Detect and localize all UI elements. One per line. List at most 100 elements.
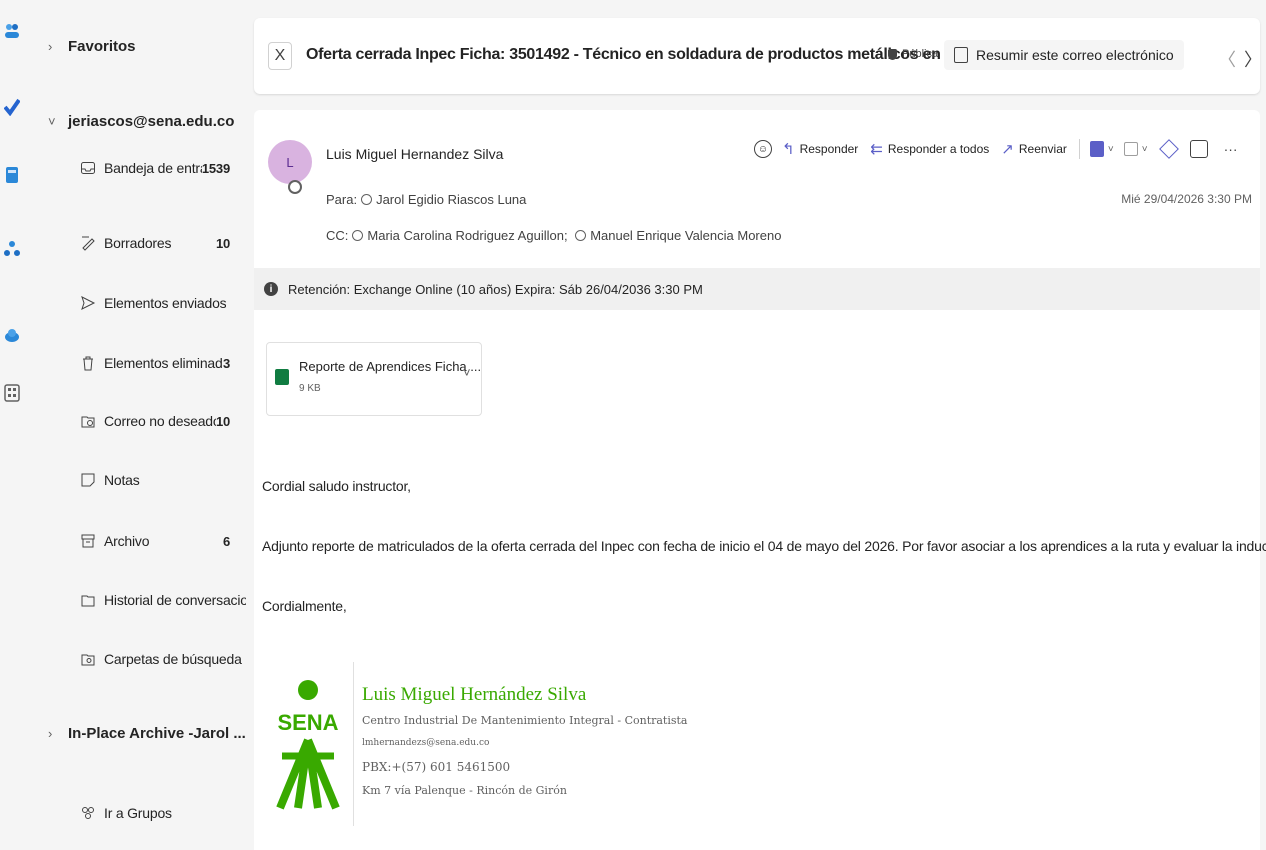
apps-icon[interactable] <box>1189 140 1208 158</box>
summarize-label: Resumir este correo electrónico <box>976 47 1174 63</box>
summarize-button[interactable]: Resumir este correo electrónico <box>944 40 1184 70</box>
inbox-icon <box>81 162 95 174</box>
trash-icon <box>83 356 93 371</box>
folder-label: Bandeja de entrada <box>104 160 202 176</box>
attachment-size: 9 KB <box>299 383 321 394</box>
signature-email[interactable]: lmhernandezs@sena.edu.co <box>362 738 489 748</box>
folder-drafts[interactable]: Borradores 10 <box>80 230 230 256</box>
favorites-section[interactable]: › Favoritos <box>48 38 136 55</box>
forward-label: Reenviar <box>1018 142 1067 156</box>
folder-label: Elementos eliminados <box>104 355 223 371</box>
excel-icon <box>275 369 289 385</box>
folder-history[interactable]: Historial de conversacio... <box>80 587 250 613</box>
presence-icon <box>288 180 302 194</box>
chevron-right-icon: › <box>48 726 53 741</box>
forward-icon: ↗ <box>1001 141 1014 158</box>
go-to-groups[interactable]: Ir a Grupos <box>80 800 230 826</box>
folder-archive[interactable]: Archivo 6 <box>80 528 230 554</box>
account-label: jeriascos@sena.edu.co <box>68 113 235 130</box>
groups-icon <box>82 807 94 819</box>
reply-all-icon: ⇇ <box>870 141 883 158</box>
folder-label: Notas <box>104 472 140 488</box>
body-paragraph: Adjunto reporte de matriculados de la of… <box>262 538 1266 554</box>
groups-label: Ir a Grupos <box>104 805 172 821</box>
folder-label: Borradores <box>104 235 172 251</box>
folder-count: 10 <box>215 413 230 429</box>
more-actions-button[interactable]: ··· <box>1224 141 1238 157</box>
people-icon[interactable] <box>4 22 20 40</box>
contact-icon <box>361 194 373 205</box>
attachment-card[interactable]: Reporte de Aprendices Ficha ... 9 KB ˅ <box>266 342 482 416</box>
message-card: L Luis Miguel Hernandez Silva ☺ ↰ Respond… <box>254 110 1266 850</box>
attachment-name: Reporte de Aprendices Ficha ... <box>299 359 482 374</box>
chevron-down-icon[interactable]: ˅ <box>1142 144 1148 155</box>
folder-inbox[interactable]: Bandeja de entrada 1539 <box>80 155 230 181</box>
folder-junk[interactable]: Correo no deseado 10 <box>80 408 230 434</box>
archive-section-label: In-Place Archive -Jarol ... <box>68 725 246 742</box>
message-date: Mié 29/04/2026 3:30 PM <box>1121 192 1252 206</box>
folder-search[interactable]: Carpetas de búsqueda <box>80 646 250 672</box>
sena-logo: SENA <box>276 680 340 810</box>
message-actions: ☺ ↰ Responder ⇇ Responder a todos ↗ Reenvia… <box>754 136 1238 162</box>
loop-icon[interactable] <box>1158 139 1179 159</box>
next-message-button[interactable]: 〉 <box>1244 46 1262 72</box>
reply-button[interactable]: ↰ Responder <box>782 140 858 158</box>
to-line: Para: Jarol Egidio Riascos Luna <box>326 192 526 207</box>
org-icon[interactable] <box>4 240 20 258</box>
sent-icon <box>81 296 96 310</box>
contact-icon <box>352 230 364 241</box>
history-icon <box>81 595 95 607</box>
sensitivity-label[interactable]: Pública <box>888 48 938 60</box>
avatar[interactable]: L <box>268 140 312 184</box>
notes-icon <box>81 473 95 487</box>
account-section[interactable]: ˅ jeriascos@sena.edu.co <box>48 113 234 130</box>
signature-phone: PBX:+(57) 601 5461500 <box>362 760 511 774</box>
sender-name[interactable]: Luis Miguel Hernandez Silva <box>326 146 503 162</box>
reply-label: Responder <box>799 142 859 156</box>
body-greeting: Cordial saludo instructor, <box>262 478 411 494</box>
folder-label: Elementos enviados <box>104 295 227 311</box>
folder-notes[interactable]: Notas <box>80 467 230 493</box>
favorites-label: Favoritos <box>68 38 136 55</box>
cc-recipient[interactable]: Manuel Enrique Valencia Moreno <box>590 228 781 243</box>
contact-icon <box>575 230 587 241</box>
todo-icon[interactable] <box>4 98 20 116</box>
folder-label: Carpetas de búsqueda <box>104 651 242 667</box>
reply-all-button[interactable]: ⇇ Responder a todos <box>870 140 989 158</box>
previous-message-button[interactable]: 〈 <box>1218 46 1236 72</box>
reading-pane: X Oferta cerrada Inpec Ficha: 3501492 - … <box>246 0 1266 850</box>
folder-sent[interactable]: Elementos enviados <box>80 290 230 316</box>
summarize-icon <box>954 47 968 63</box>
cc-recipient[interactable]: Maria Carolina Rodriguez Aguillon; <box>367 228 567 243</box>
teams-share-icon[interactable] <box>1123 142 1138 156</box>
onedrive-icon[interactable] <box>4 326 20 344</box>
to-recipient[interactable]: Jarol Egidio Riascos Luna <box>376 192 526 207</box>
chevron-right-icon: › <box>48 39 53 54</box>
chevron-down-icon[interactable]: ˅ <box>1108 144 1114 155</box>
body-closing: Cordialmente, <box>262 598 347 614</box>
signature-name: Luis Miguel Hernández Silva <box>362 684 587 705</box>
signature-address: Km 7 vía Palenque - Rincón de Girón <box>362 784 567 797</box>
folder-deleted[interactable]: Elementos eliminados 3 <box>80 350 230 376</box>
files-icon[interactable] <box>4 166 20 184</box>
junk-icon <box>81 416 95 428</box>
sensitivity-text: Pública <box>902 48 939 60</box>
folder-count: 10 <box>215 235 230 251</box>
more-apps-icon[interactable] <box>4 384 20 402</box>
svg-text:SENA: SENA <box>277 710 338 735</box>
react-emoji-icon[interactable]: ☺ <box>754 140 772 158</box>
pdf-icon[interactable] <box>1089 141 1104 157</box>
cc-line: CC: Maria Carolina Rodriguez Aguillon; Ma… <box>326 228 781 243</box>
chevron-down-icon: ˅ <box>48 114 56 129</box>
divider <box>1078 139 1080 159</box>
reply-all-label: Responder a todos <box>887 142 990 156</box>
chevron-down-icon[interactable]: ˅ <box>463 365 471 380</box>
folder-label: Correo no deseado <box>104 413 216 429</box>
in-place-archive-section[interactable]: › In-Place Archive -Jarol ... <box>48 725 246 742</box>
folder-pane: › Favoritos ˅ jeriascos@sena.edu.co Band… <box>28 0 250 850</box>
close-button[interactable]: X <box>268 42 292 70</box>
shield-icon <box>888 48 897 60</box>
archive-icon <box>81 534 95 548</box>
forward-button[interactable]: ↗ Reenviar <box>1001 140 1067 158</box>
signature-org: Centro Industrial De Mantenimiento Integ… <box>362 714 688 727</box>
